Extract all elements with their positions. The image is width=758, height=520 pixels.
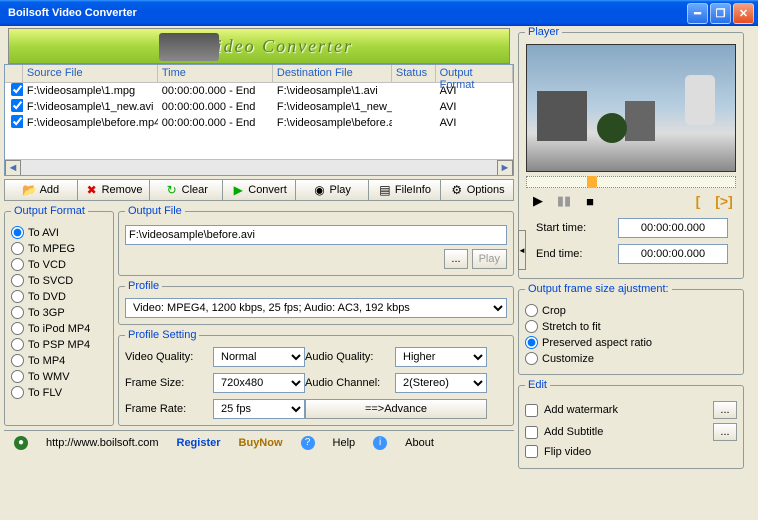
titlebar: Boilsoft Video Converter ━ ❐ ✕ — [0, 0, 758, 26]
format-radio[interactable] — [11, 290, 24, 303]
profile-group: Profile Video: MPEG4, 1200 kbps, 25 fps;… — [118, 280, 514, 325]
scroll-right-icon[interactable]: ► — [497, 160, 513, 176]
table-row[interactable]: F:\videosample\before.mp400:00:00.000 - … — [5, 115, 513, 131]
help-icon: ? — [301, 436, 315, 450]
folder-icon: 📂 — [23, 183, 37, 197]
start-time-label: Start time: — [536, 222, 612, 234]
horizontal-scrollbar[interactable]: ◄ ► — [5, 159, 513, 175]
format-radio[interactable] — [11, 322, 24, 335]
gear-icon: ⚙ — [450, 183, 464, 197]
options-button[interactable]: ⚙Options — [441, 179, 514, 201]
play-output-button[interactable]: Play — [472, 249, 507, 269]
close-button[interactable]: ✕ — [733, 3, 754, 24]
edit-group: Edit Add watermark... Add Subtitle... Fl… — [518, 379, 744, 469]
remove-button[interactable]: ✖Remove — [78, 179, 151, 201]
format-radio[interactable] — [11, 306, 24, 319]
flip-checkbox[interactable] — [525, 445, 538, 458]
adjust-radio[interactable] — [525, 304, 538, 317]
file-list: Source File Time Destination File Status… — [4, 64, 514, 176]
add-button[interactable]: 📂Add — [4, 179, 78, 201]
format-radio[interactable] — [11, 370, 24, 383]
adjust-radio[interactable] — [525, 352, 538, 365]
profile-select[interactable]: Video: MPEG4, 1200 kbps, 25 fps; Audio: … — [125, 298, 507, 318]
player-pause-button[interactable]: ▮▮ — [552, 192, 576, 210]
mark-in-button[interactable]: [ — [686, 192, 710, 210]
format-radio[interactable] — [11, 274, 24, 287]
player-stop-button[interactable]: ■ — [578, 192, 602, 210]
frame-rate-select[interactable]: 25 fps — [213, 399, 305, 419]
profile-setting-group: Profile Setting Video Quality: Normal Au… — [118, 329, 514, 426]
format-radio[interactable] — [11, 354, 24, 367]
mark-out-button[interactable]: [>] — [712, 192, 736, 210]
adjust-radio[interactable] — [525, 320, 538, 333]
row-checkbox[interactable] — [11, 115, 23, 128]
info-icon: i — [373, 436, 387, 450]
collapse-panel-button[interactable]: ◄ — [518, 230, 526, 270]
format-radio[interactable] — [11, 242, 24, 255]
output-file-group: Output File ... Play — [118, 205, 514, 276]
doc-icon: ▤ — [378, 183, 392, 197]
scroll-left-icon[interactable]: ◄ — [5, 160, 21, 176]
table-row[interactable]: F:\videosample\1.mpg00:00:00.000 - EndF:… — [5, 83, 513, 99]
statusbar: ● http://www.boilsoft.com Register BuyNo… — [4, 430, 514, 454]
row-checkbox[interactable] — [11, 99, 23, 112]
watermark-browse-button[interactable]: ... — [713, 401, 737, 419]
frame-size-select[interactable]: 720x480 — [213, 373, 305, 393]
subtitle-browse-button[interactable]: ... — [713, 423, 737, 441]
minimize-button[interactable]: ━ — [687, 3, 708, 24]
video-preview[interactable] — [526, 44, 736, 172]
disc-icon: ◉ — [313, 183, 327, 197]
format-radio[interactable] — [11, 258, 24, 271]
audio-quality-select[interactable]: Higher — [395, 347, 487, 367]
output-file-input[interactable] — [125, 225, 507, 245]
maximize-button[interactable]: ❐ — [710, 3, 731, 24]
about-link[interactable]: About — [405, 437, 434, 449]
audio-channel-select[interactable]: 2(Stereo) — [395, 373, 487, 393]
player-group: Player ▶ ▮▮ ■ [ [>] Start time: End time… — [518, 26, 744, 279]
toolbar: 📂Add ✖Remove ↻Clear ▶Convert ◉Play ▤File… — [4, 179, 514, 201]
x-icon: ✖ — [85, 183, 99, 197]
advance-button[interactable]: ==>Advance — [305, 399, 487, 419]
table-row[interactable]: F:\videosample\1_new.avi00:00:00.000 - E… — [5, 99, 513, 115]
watermark-checkbox[interactable] — [525, 404, 538, 417]
format-radio[interactable] — [11, 386, 24, 399]
format-radio[interactable] — [11, 338, 24, 351]
file-list-header: Source File Time Destination File Status… — [5, 65, 513, 83]
adjust-radio[interactable] — [525, 336, 538, 349]
video-quality-select[interactable]: Normal — [213, 347, 305, 367]
output-format-group: Output Format To AVITo MPEGTo VCDTo SVCD… — [4, 205, 114, 426]
row-checkbox[interactable] — [11, 83, 23, 96]
banner: Video Converter — [8, 28, 510, 64]
end-time-input[interactable] — [618, 244, 728, 264]
clear-button[interactable]: ↻Clear — [150, 179, 223, 201]
website-link[interactable]: http://www.boilsoft.com — [46, 437, 159, 449]
register-link[interactable]: Register — [177, 437, 221, 449]
convert-button[interactable]: ▶Convert — [223, 179, 296, 201]
subtitle-checkbox[interactable] — [525, 426, 538, 439]
buynow-link[interactable]: BuyNow — [239, 437, 283, 449]
seek-slider[interactable] — [526, 176, 736, 188]
refresh-icon: ↻ — [165, 183, 179, 197]
player-play-button[interactable]: ▶ — [526, 192, 550, 210]
window-title: Boilsoft Video Converter — [4, 7, 685, 19]
end-time-label: End time: — [536, 248, 612, 260]
play-icon: ▶ — [231, 183, 245, 197]
browse-button[interactable]: ... — [444, 249, 467, 269]
frame-adjust-group: Output frame size ajustment: CropStretch… — [518, 283, 744, 375]
format-radio[interactable] — [11, 226, 24, 239]
help-link[interactable]: Help — [333, 437, 356, 449]
fileinfo-button[interactable]: ▤FileInfo — [369, 179, 442, 201]
play-button[interactable]: ◉Play — [296, 179, 369, 201]
start-time-input[interactable] — [618, 218, 728, 238]
globe-icon: ● — [14, 436, 28, 450]
